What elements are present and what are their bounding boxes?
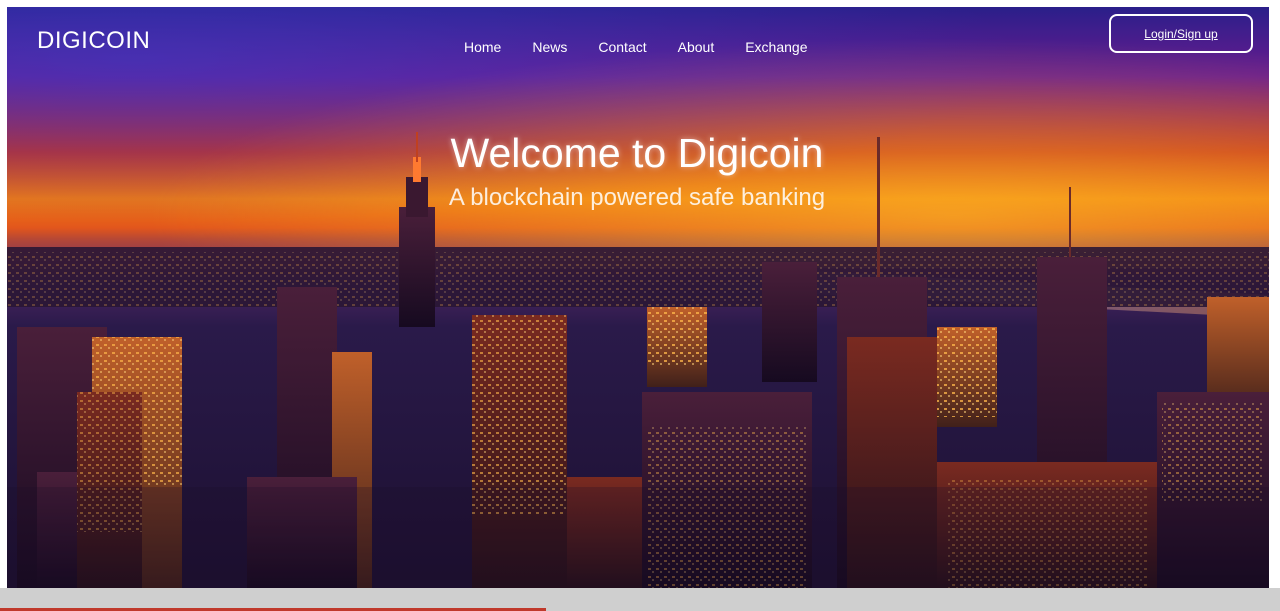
nav-home[interactable]: Home [464, 39, 501, 55]
bottom-scroll-bar [0, 588, 1280, 611]
nav-contact[interactable]: Contact [598, 39, 646, 55]
nav-exchange[interactable]: Exchange [745, 39, 807, 55]
nav-about[interactable]: About [678, 39, 715, 55]
city-skyline-image [7, 132, 1269, 588]
hero-background [7, 7, 1269, 588]
brand-logo[interactable]: DIGICOIN [37, 27, 150, 55]
login-signup-button[interactable]: Login/Sign up [1109, 14, 1253, 53]
hero-title: Welcome to Digicoin [450, 130, 824, 176]
nav-news[interactable]: News [532, 39, 567, 55]
main-nav: Home News Contact About Exchange [464, 39, 808, 55]
hero-subtitle: A blockchain powered safe banking [448, 184, 826, 211]
